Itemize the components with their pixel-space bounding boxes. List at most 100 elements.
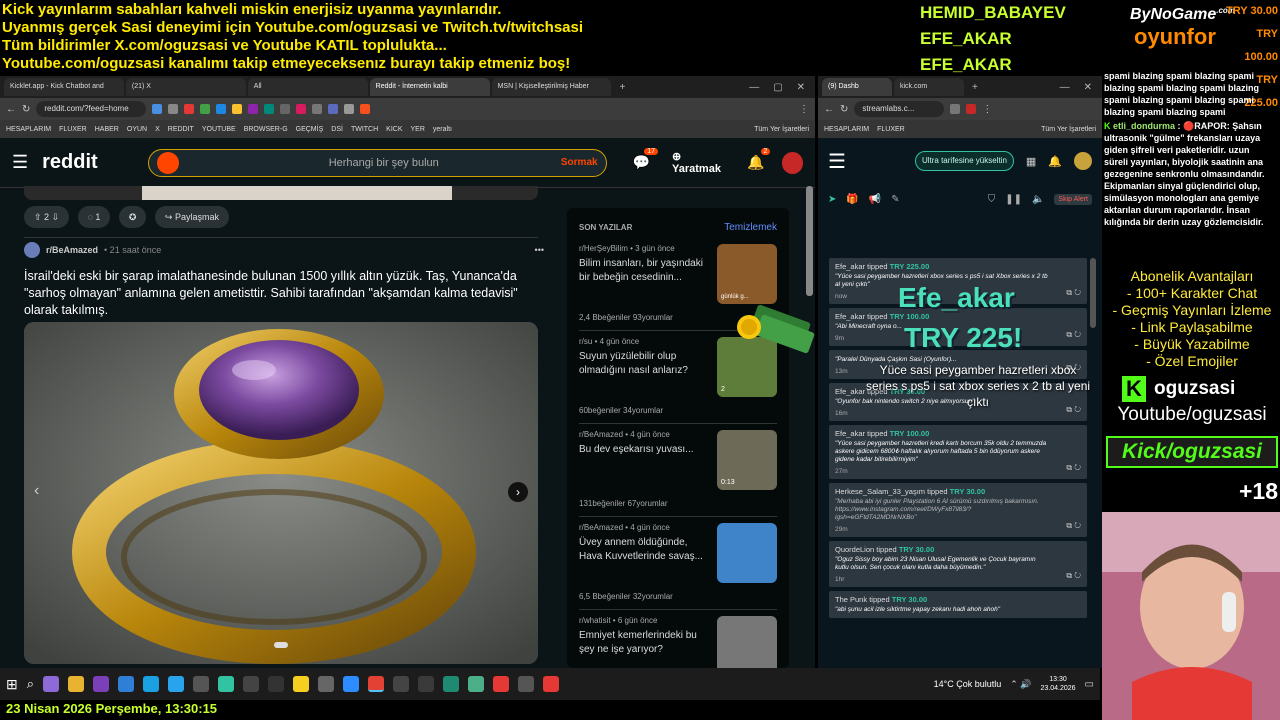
extension-icon[interactable] [200,104,211,114]
bookmark-folder[interactable]: KICK [386,126,402,133]
address-bar[interactable]: streamlabs.c... [854,101,945,117]
new-tab-icon[interactable]: + [966,82,984,93]
carousel-next-icon[interactable]: › [508,482,528,502]
recent-post-item[interactable]: r/whatisit • 6 gün önce Emniyet kemerler… [579,610,777,676]
mute-icon[interactable]: 🔈 [1032,194,1044,205]
clock[interactable]: 13:30 23.04.2026 [1041,675,1076,693]
recent-post-item[interactable]: r/BeAmazed • 4 gün önce Üvey annem öldüğ… [579,517,777,610]
folder-icon[interactable] [68,676,85,692]
app-icon[interactable] [218,676,235,692]
notification-icon[interactable]: 🔔 2 [747,148,771,171]
share-button[interactable]: ↪ Paylaşmak [154,206,229,228]
menu-icon[interactable]: ⋮ [982,104,992,115]
maximize-icon[interactable]: ▢ [767,82,788,93]
megaphone-icon[interactable]: 📢 [869,194,881,205]
app-icon[interactable] [543,676,560,692]
app-icon[interactable] [293,676,310,692]
reddit-logo[interactable]: reddit [42,151,98,174]
extension-icon[interactable] [950,104,961,114]
app-icon[interactable] [443,676,460,692]
feed-scrollbar[interactable] [1090,258,1096,328]
ask-button[interactable]: Sormak [561,157,598,168]
app-icon[interactable] [268,676,285,692]
extension-icon[interactable] [248,104,259,114]
bookmark-folder[interactable]: TWITCH [351,126,378,133]
new-tab-icon[interactable]: + [613,82,631,93]
extension-icon[interactable] [184,104,195,114]
notification-icon[interactable]: 🔔 [1048,155,1062,168]
address-bar[interactable]: reddit.com/?feed=home [36,101,147,117]
bookmark-folder[interactable]: YOUTUBE [202,126,236,133]
onenote-icon[interactable] [93,676,110,692]
app-icon[interactable] [243,676,260,692]
minimize-icon[interactable]: — [1054,82,1076,93]
replay-icon[interactable]: ⧉ ↻ [1066,330,1081,340]
extension-icon[interactable] [966,104,977,114]
carousel-prev-icon[interactable]: ‹ [34,482,39,500]
bookmark-folder[interactable]: OYUN [127,126,147,133]
extension-icon[interactable] [152,104,163,114]
extension-icon[interactable] [312,104,323,114]
bookmark-folder[interactable]: YER [411,126,425,133]
bookmark-folder[interactable]: BROWSER-G [244,126,288,133]
browser-tab[interactable]: All [247,78,368,96]
bookmark-folder-all[interactable]: Tüm Yer İşaretleri [1041,126,1096,133]
post-subreddit[interactable]: r/BeAmazed [46,245,98,255]
start-icon[interactable]: ⊞ [6,676,18,693]
back-icon[interactable]: ← [6,104,16,115]
browser-tab-active[interactable]: Reddit - İnternetin kalbi [369,78,490,96]
bookmark-folder[interactable]: DSİ [331,126,343,133]
extension-icon[interactable] [280,104,291,114]
avatar[interactable] [1074,152,1092,170]
reload-icon[interactable]: ↻ [22,104,30,115]
edge-icon[interactable] [168,676,185,692]
app-icon[interactable] [468,676,485,692]
weather-widget[interactable]: 14°C Çok bulutlu [934,679,1002,689]
back-icon[interactable]: ← [824,104,834,115]
app-icon[interactable] [118,676,135,692]
clear-recent-button[interactable]: Temizlemek [724,222,777,233]
app-icon[interactable] [418,676,435,692]
bookmark-folder[interactable]: X [155,126,160,133]
minimize-icon[interactable]: — [743,82,765,93]
menu-icon[interactable]: ⋮ [799,104,809,115]
upgrade-button[interactable]: Ultra tarifesine yükseltin [914,151,1014,171]
chat-icon[interactable]: 💬 17 [633,148,659,171]
award-button[interactable]: ✪ [118,206,147,228]
close-icon[interactable]: ✕ [791,82,811,93]
post-image-ring[interactable]: ‹ › [24,322,538,664]
bookmark-folder[interactable]: HESAPLARIM [824,126,869,133]
app-icon[interactable] [318,676,335,692]
bookmark-folder[interactable]: HABER [95,126,119,133]
camera-icon[interactable] [193,676,210,692]
chrome-icon[interactable] [368,676,385,692]
browser-tab-active[interactable]: (9) Dashb [822,78,892,96]
activity-event[interactable]: Efe_akar tipped TRY 100.00 "Yüce sasi pe… [829,425,1087,479]
hamburger-icon[interactable]: ☰ [12,152,28,173]
extension-icon[interactable] [360,104,371,114]
extension-icon[interactable] [328,104,339,114]
replay-icon[interactable]: ⧉ ↻ [1066,521,1081,531]
search-icon[interactable]: ⌕ [27,676,34,692]
avatar[interactable] [782,151,803,174]
extension-icon[interactable] [296,104,307,114]
bookmark-folder[interactable]: GEÇMİŞ [296,126,324,133]
pause-icon[interactable]: ❚❚ [1005,194,1022,205]
activity-event[interactable]: The Punk tipped TRY 30.00 "abi şunu acil… [829,591,1087,618]
browser-tab[interactable]: kick.com [894,78,964,96]
skip-alert-button[interactable]: Skip Alert [1054,193,1092,205]
recent-post-item[interactable]: r/BeAmazed • 4 gün önce Bu dev eşekarısı… [579,424,777,517]
app-icon[interactable] [43,676,60,692]
comments-button[interactable]: ◌ 1 [77,206,111,228]
gift-icon[interactable]: 🎁 [846,194,858,205]
app-icon[interactable] [518,676,535,692]
extension-icon[interactable] [264,104,275,114]
bookmark-folder-all[interactable]: Tüm Yer İşaretleri [754,126,809,133]
bookmark-folder[interactable]: FLUXER [59,126,87,133]
browser-tab[interactable]: (21) X [125,78,246,96]
replay-icon[interactable]: ⧉ ↻ [1066,463,1081,473]
create-button[interactable]: ⊕ Yaratmak [672,150,729,175]
reload-icon[interactable]: ↻ [840,104,848,115]
extension-icon[interactable] [216,104,227,114]
vote-button[interactable]: ⇧ 2 ⇩ [24,206,70,228]
